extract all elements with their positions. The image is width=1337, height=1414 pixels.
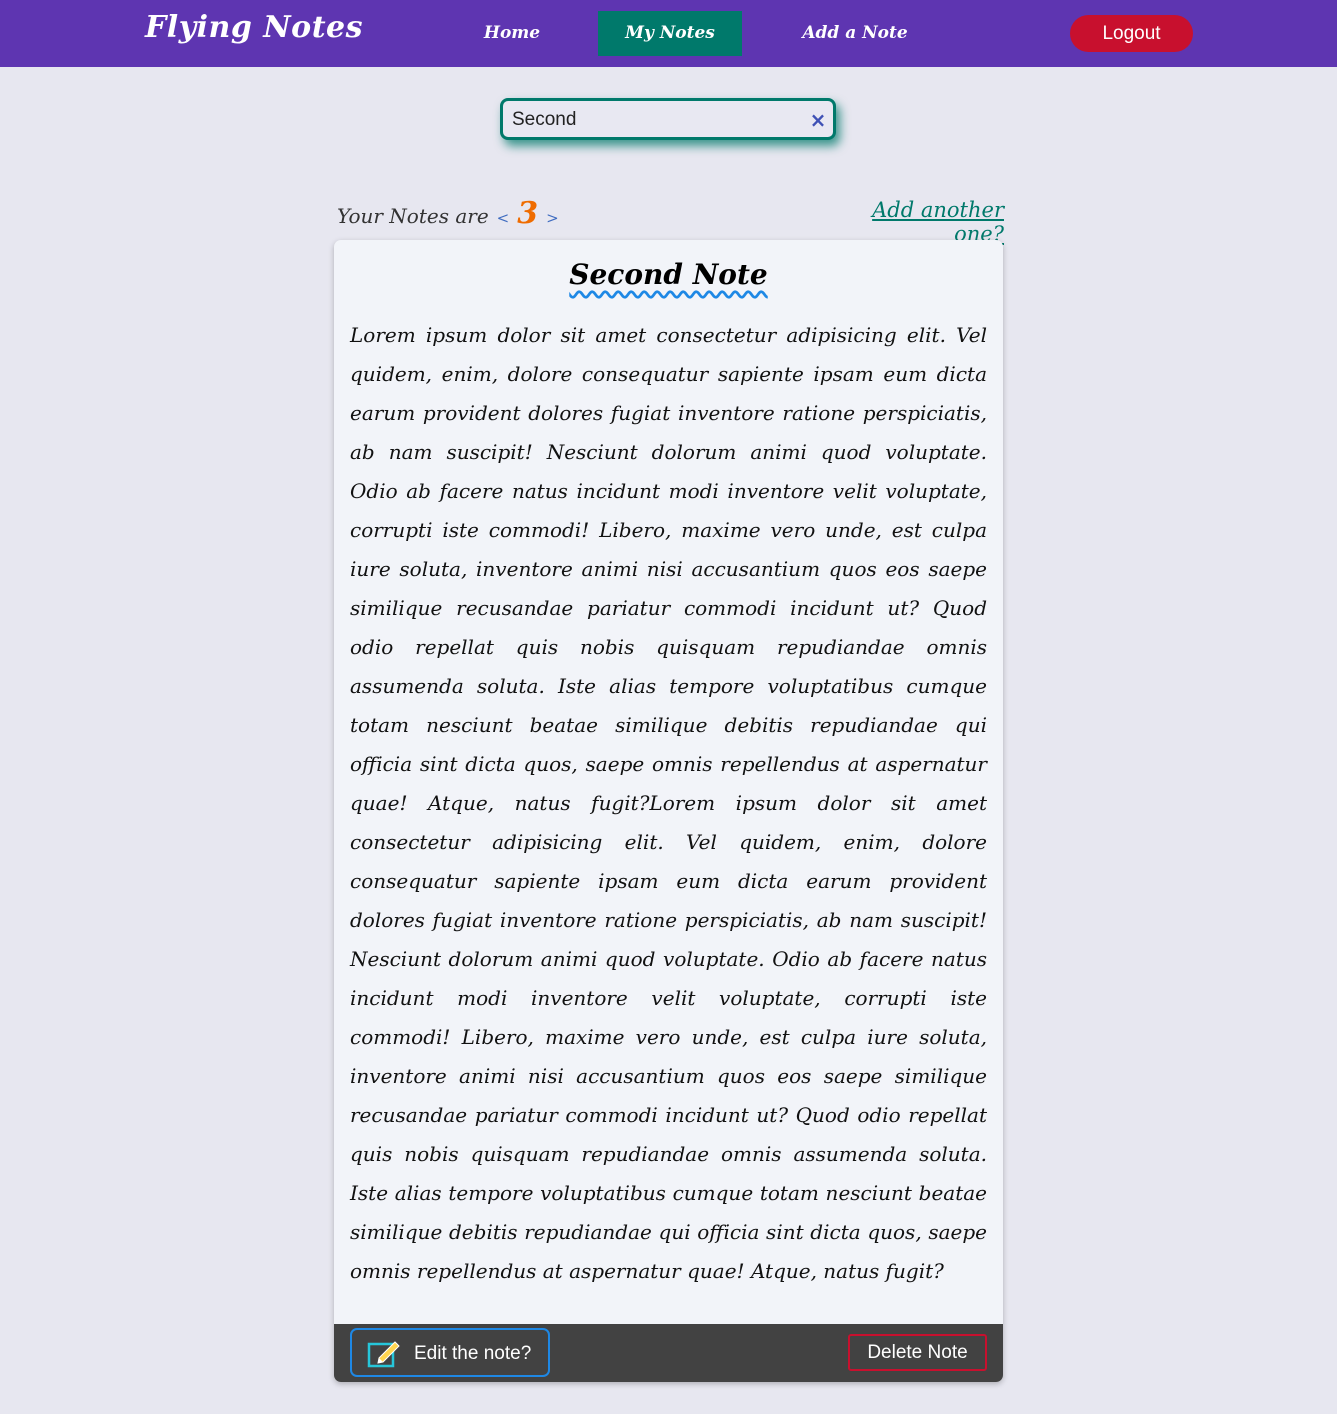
- edit-pencil-icon: [367, 1341, 400, 1368]
- delete-note-button[interactable]: Delete Note: [848, 1334, 987, 1371]
- nav-link-home[interactable]: Home: [470, 11, 554, 56]
- notes-count-value: 3: [517, 196, 539, 231]
- search-box: ×: [500, 98, 836, 140]
- note-card-footer: Edit the note? Delete Note: [334, 1324, 1003, 1382]
- navbar: Flying Notes Home My Notes Add a Note Lo…: [0, 0, 1337, 67]
- clear-icon[interactable]: ×: [808, 110, 828, 130]
- brand-logo[interactable]: Flying Notes: [145, 10, 363, 45]
- add-another-link[interactable]: Add another one?: [822, 198, 1004, 246]
- notes-count-label: Your Notes are: [337, 204, 489, 228]
- nav-link-add-note[interactable]: Add a Note: [790, 11, 920, 56]
- note-body: Lorem ipsum dolor sit amet consectetur a…: [350, 323, 987, 1283]
- edit-note-button[interactable]: Edit the note?: [350, 1328, 550, 1377]
- search-input[interactable]: [512, 108, 792, 132]
- logout-button[interactable]: Logout: [1070, 15, 1193, 52]
- next-arrow-icon[interactable]: >: [546, 209, 559, 227]
- prev-arrow-icon[interactable]: <: [497, 209, 510, 227]
- nav-link-my-notes[interactable]: My Notes: [598, 11, 742, 56]
- edit-note-label: Edit the note?: [414, 1343, 532, 1364]
- note-card: Second Note Lorem ipsum dolor sit amet c…: [334, 240, 1003, 1382]
- notes-count: Your Notes are < 3 >: [337, 196, 567, 231]
- note-title: Second Note: [569, 258, 768, 291]
